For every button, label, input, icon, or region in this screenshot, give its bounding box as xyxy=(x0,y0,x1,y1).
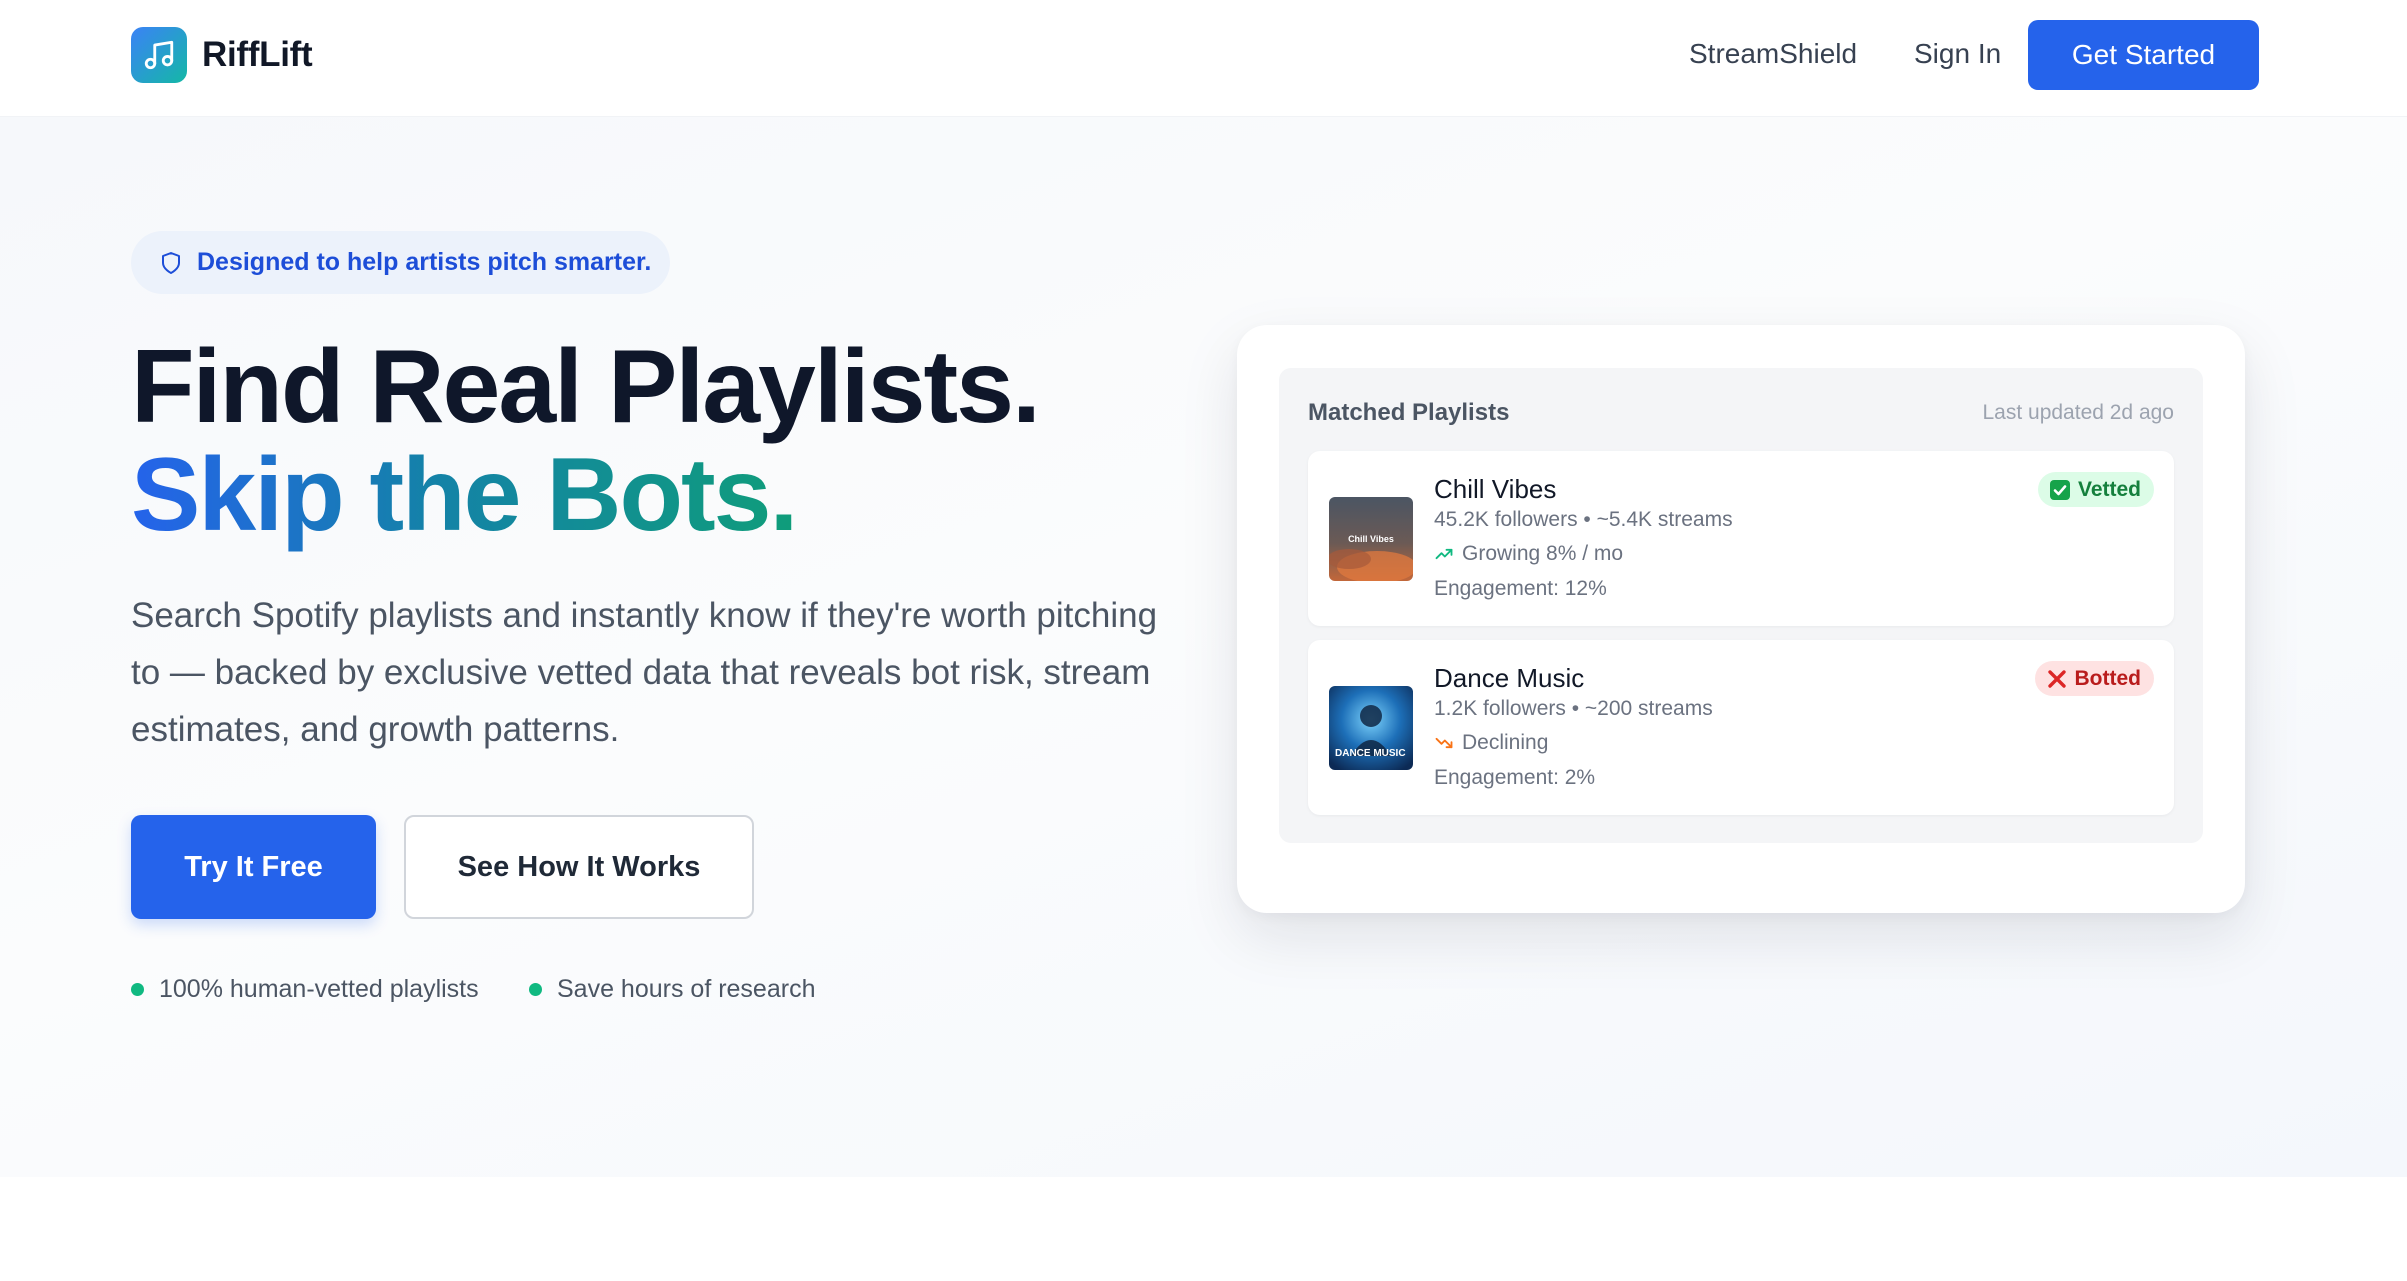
try-it-free-button[interactable]: Try It Free xyxy=(131,815,376,919)
panel-title: Matched Playlists xyxy=(1308,399,1510,426)
nav-link-sign-in[interactable]: Sign In xyxy=(1914,36,2001,72)
playlist-cover-image: Chill Vibes xyxy=(1329,497,1413,581)
trending-up-icon xyxy=(1434,544,1462,564)
bullet-dot-icon xyxy=(529,983,542,996)
playlist-preview-card: Matched Playlists Last updated 2d ago Ch… xyxy=(1237,325,2245,913)
music-note-icon xyxy=(131,27,187,83)
cover-text: Chill Vibes xyxy=(1348,534,1394,544)
playlist-row[interactable]: DANCE MUSIC Dance Music 1.2K followers •… xyxy=(1308,640,2174,815)
top-nav: RiffLift StreamShield Sign In Get Starte… xyxy=(0,0,2407,117)
playlist-engagement: Engagement: 2% xyxy=(1434,766,1596,789)
bullet-dot-icon xyxy=(131,983,144,996)
feature-item: 100% human-vetted playlists xyxy=(131,975,479,1004)
matched-playlists-panel: Matched Playlists Last updated 2d ago Ch… xyxy=(1279,368,2203,843)
playlist-name: Chill Vibes xyxy=(1434,474,1557,504)
trending-down-icon xyxy=(1434,733,1462,753)
playlist-trend: Declining xyxy=(1434,731,1548,755)
hero-title-line2: Skip the Bots. xyxy=(131,437,798,553)
feature-text: 100% human-vetted playlists xyxy=(159,975,479,1003)
trend-text: Declining xyxy=(1462,731,1549,754)
status-badge: Botted xyxy=(2034,661,2154,696)
check-box-icon xyxy=(2049,479,2071,501)
trend-text: Growing 8% / mo xyxy=(1462,542,1624,565)
x-mark-icon xyxy=(2046,668,2068,690)
tagline-badge: Designed to help artists pitch smarter. xyxy=(131,231,670,294)
playlist-engagement: Engagement: 12% xyxy=(1434,577,1607,600)
tagline-text: Designed to help artists pitch smarter. xyxy=(197,248,652,276)
status-text: Botted xyxy=(2074,666,2142,690)
get-started-button[interactable]: Get Started xyxy=(2028,20,2259,90)
playlist-stats: 1.2K followers • ~200 streams xyxy=(1434,697,1713,720)
status-text: Vetted xyxy=(2077,477,2141,501)
shield-icon xyxy=(159,251,183,275)
status-badge: Vetted xyxy=(2037,472,2154,507)
playlist-cover-image: DANCE MUSIC xyxy=(1329,686,1413,770)
see-how-it-works-button[interactable]: See How It Works xyxy=(404,815,754,919)
hero-section: Designed to help artists pitch smarter. … xyxy=(0,117,2407,1177)
last-updated-text: Last updated 2d ago xyxy=(1982,401,2174,424)
playlist-name: Dance Music xyxy=(1434,663,1585,693)
cover-text: DANCE MUSIC xyxy=(1335,748,1406,759)
nav-link-streamshield[interactable]: StreamShield xyxy=(1689,36,1857,72)
hero-title-gradient: Skip the Bots. xyxy=(131,437,798,553)
feature-text: Save hours of research xyxy=(557,975,816,1003)
feature-item: Save hours of research xyxy=(529,975,815,1004)
brand-logo[interactable]: RiffLift xyxy=(131,27,313,83)
playlist-row[interactable]: Chill Vibes Chill Vibes 45.2K followers … xyxy=(1308,451,2174,626)
playlist-trend: Growing 8% / mo xyxy=(1434,542,1623,566)
page-footer-space xyxy=(0,1177,2407,1281)
playlist-stats: 45.2K followers • ~5.4K streams xyxy=(1434,508,1733,531)
hero-title-line1: Find Real Playlists. xyxy=(131,329,1041,445)
hero-description: Search Spotify playlists and instantly k… xyxy=(131,596,1158,749)
brand-name: RiffLift xyxy=(202,35,313,74)
